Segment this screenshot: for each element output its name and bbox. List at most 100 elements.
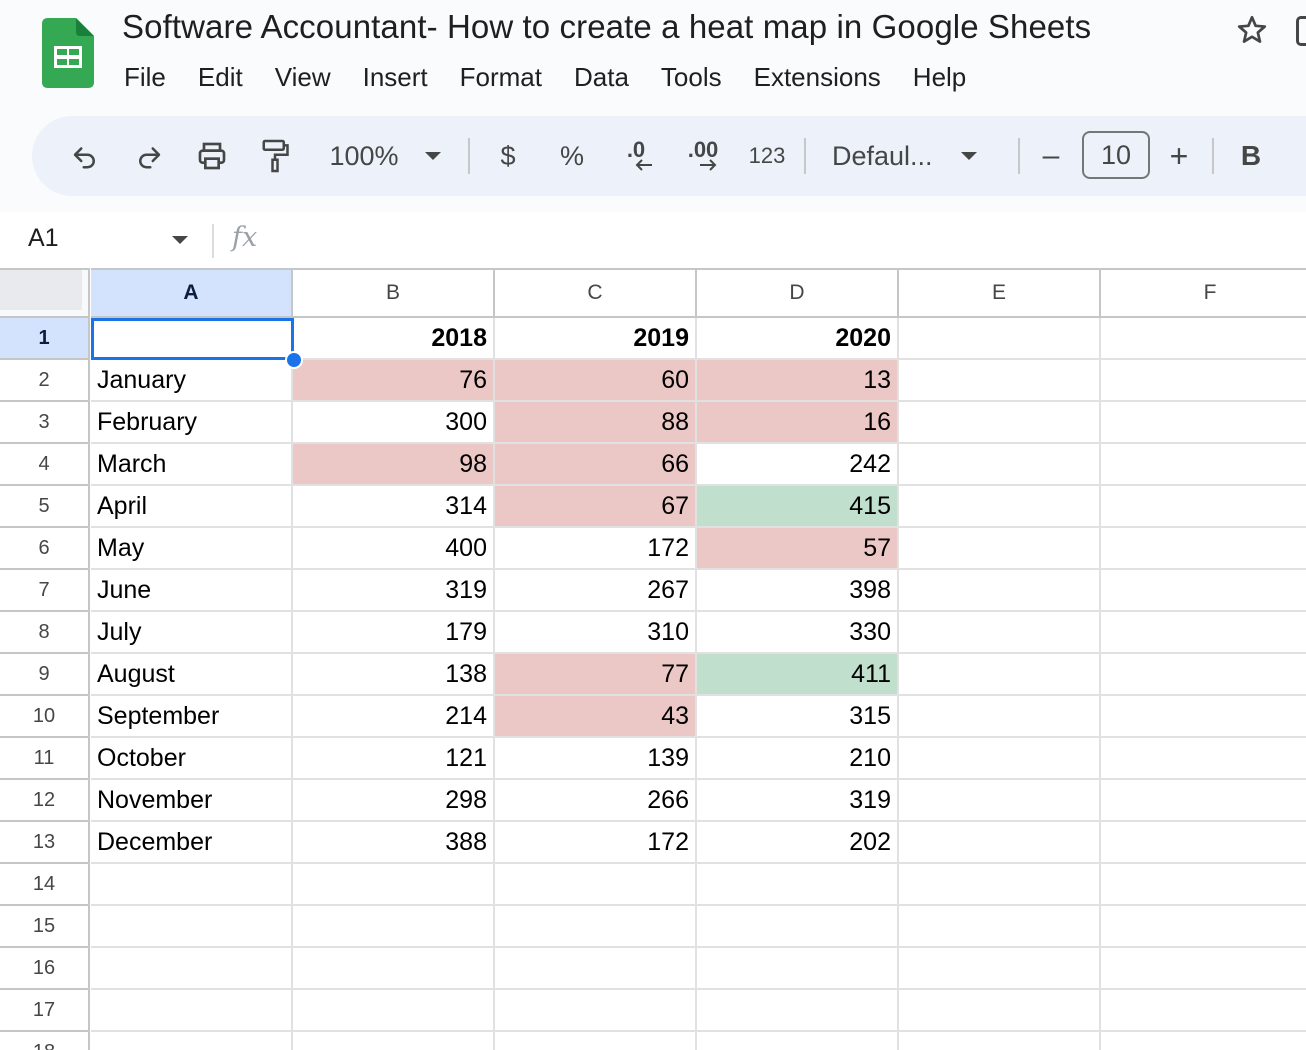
currency-button[interactable]: $ — [490, 116, 526, 196]
cell-e15[interactable] — [899, 906, 1101, 948]
cell-c17[interactable] — [495, 990, 697, 1032]
cell-a11[interactable]: October — [91, 738, 293, 780]
font-size-input[interactable]: 10 — [1082, 131, 1150, 179]
row-header-5[interactable]: 5 — [0, 486, 90, 528]
cell-a6[interactable]: May — [91, 528, 293, 570]
cell-f9[interactable] — [1101, 654, 1306, 696]
cell-c6[interactable]: 172 — [495, 528, 697, 570]
column-header-c[interactable]: C — [495, 268, 697, 318]
cell-c11[interactable]: 139 — [495, 738, 697, 780]
cell-f5[interactable] — [1101, 486, 1306, 528]
column-header-d[interactable]: D — [697, 268, 899, 318]
print-icon[interactable] — [190, 116, 234, 196]
select-all-corner[interactable] — [0, 268, 90, 318]
cell-e14[interactable] — [899, 864, 1101, 906]
cell-c18[interactable] — [495, 1032, 697, 1050]
row-header-18[interactable]: 18 — [0, 1032, 90, 1050]
cell-d5[interactable]: 415 — [697, 486, 899, 528]
row-header-2[interactable]: 2 — [0, 360, 90, 402]
row-header-15[interactable]: 15 — [0, 906, 90, 948]
cell-f2[interactable] — [1101, 360, 1306, 402]
cell-a1[interactable] — [91, 318, 293, 360]
menu-format[interactable]: Format — [444, 56, 558, 100]
row-header-11[interactable]: 11 — [0, 738, 90, 780]
cell-c5[interactable]: 67 — [495, 486, 697, 528]
cell-e5[interactable] — [899, 486, 1101, 528]
cell-b11[interactable]: 121 — [293, 738, 495, 780]
cell-b18[interactable] — [293, 1032, 495, 1050]
cell-a16[interactable] — [91, 948, 293, 990]
cell-e16[interactable] — [899, 948, 1101, 990]
cell-d3[interactable]: 16 — [697, 402, 899, 444]
cell-e8[interactable] — [899, 612, 1101, 654]
cell-f11[interactable] — [1101, 738, 1306, 780]
cell-f4[interactable] — [1101, 444, 1306, 486]
cell-c9[interactable]: 77 — [495, 654, 697, 696]
row-header-9[interactable]: 9 — [0, 654, 90, 696]
cell-b9[interactable]: 138 — [293, 654, 495, 696]
cell-b3[interactable]: 300 — [293, 402, 495, 444]
row-header-17[interactable]: 17 — [0, 990, 90, 1032]
cell-c8[interactable]: 310 — [495, 612, 697, 654]
cell-e11[interactable] — [899, 738, 1101, 780]
cell-e13[interactable] — [899, 822, 1101, 864]
cell-d15[interactable] — [697, 906, 899, 948]
cell-c7[interactable]: 267 — [495, 570, 697, 612]
cell-d4[interactable]: 242 — [697, 444, 899, 486]
cell-b12[interactable]: 298 — [293, 780, 495, 822]
cell-b13[interactable]: 388 — [293, 822, 495, 864]
document-title[interactable]: Software Accountant- How to create a hea… — [122, 8, 1091, 46]
cell-f1[interactable] — [1101, 318, 1306, 360]
cell-d10[interactable]: 315 — [697, 696, 899, 738]
cell-f15[interactable] — [1101, 906, 1306, 948]
zoom-select[interactable]: 100% — [320, 116, 450, 196]
cell-f7[interactable] — [1101, 570, 1306, 612]
row-header-14[interactable]: 14 — [0, 864, 90, 906]
cell-b7[interactable]: 319 — [293, 570, 495, 612]
cell-f18[interactable] — [1101, 1032, 1306, 1050]
cell-d17[interactable] — [697, 990, 899, 1032]
move-icon[interactable] — [1296, 16, 1306, 46]
cell-f17[interactable] — [1101, 990, 1306, 1032]
cell-f16[interactable] — [1101, 948, 1306, 990]
row-header-7[interactable]: 7 — [0, 570, 90, 612]
decrease-decimals-button[interactable]: .0 — [614, 116, 658, 196]
name-box[interactable]: A1 — [28, 224, 59, 253]
cell-a9[interactable]: August — [91, 654, 293, 696]
cell-f3[interactable] — [1101, 402, 1306, 444]
cell-c3[interactable]: 88 — [495, 402, 697, 444]
cell-d8[interactable]: 330 — [697, 612, 899, 654]
cell-e10[interactable] — [899, 696, 1101, 738]
cell-c15[interactable] — [495, 906, 697, 948]
redo-icon[interactable] — [128, 116, 170, 196]
cell-f13[interactable] — [1101, 822, 1306, 864]
increase-decimals-button[interactable]: .00 — [678, 116, 728, 196]
cell-d7[interactable]: 398 — [697, 570, 899, 612]
row-header-13[interactable]: 13 — [0, 822, 90, 864]
cell-a10[interactable]: September — [91, 696, 293, 738]
more-formats-button[interactable]: 123 — [742, 116, 792, 196]
menu-insert[interactable]: Insert — [347, 56, 444, 100]
cell-f6[interactable] — [1101, 528, 1306, 570]
font-size-increase-button[interactable]: + — [1164, 116, 1194, 196]
cell-c2[interactable]: 60 — [495, 360, 697, 402]
cell-a2[interactable]: January — [91, 360, 293, 402]
chevron-down-icon[interactable] — [172, 236, 188, 244]
cell-c14[interactable] — [495, 864, 697, 906]
column-header-b[interactable]: B — [293, 268, 495, 318]
cell-a8[interactable]: July — [91, 612, 293, 654]
paint-format-icon[interactable] — [254, 116, 296, 196]
cell-b15[interactable] — [293, 906, 495, 948]
cell-d9[interactable]: 411 — [697, 654, 899, 696]
cell-c10[interactable]: 43 — [495, 696, 697, 738]
undo-icon[interactable] — [64, 116, 106, 196]
row-header-6[interactable]: 6 — [0, 528, 90, 570]
cell-f12[interactable] — [1101, 780, 1306, 822]
cell-d11[interactable]: 210 — [697, 738, 899, 780]
menu-help[interactable]: Help — [897, 56, 982, 100]
cell-c4[interactable]: 66 — [495, 444, 697, 486]
column-header-a[interactable]: A — [91, 268, 293, 318]
row-header-12[interactable]: 12 — [0, 780, 90, 822]
row-header-4[interactable]: 4 — [0, 444, 90, 486]
cell-b14[interactable] — [293, 864, 495, 906]
